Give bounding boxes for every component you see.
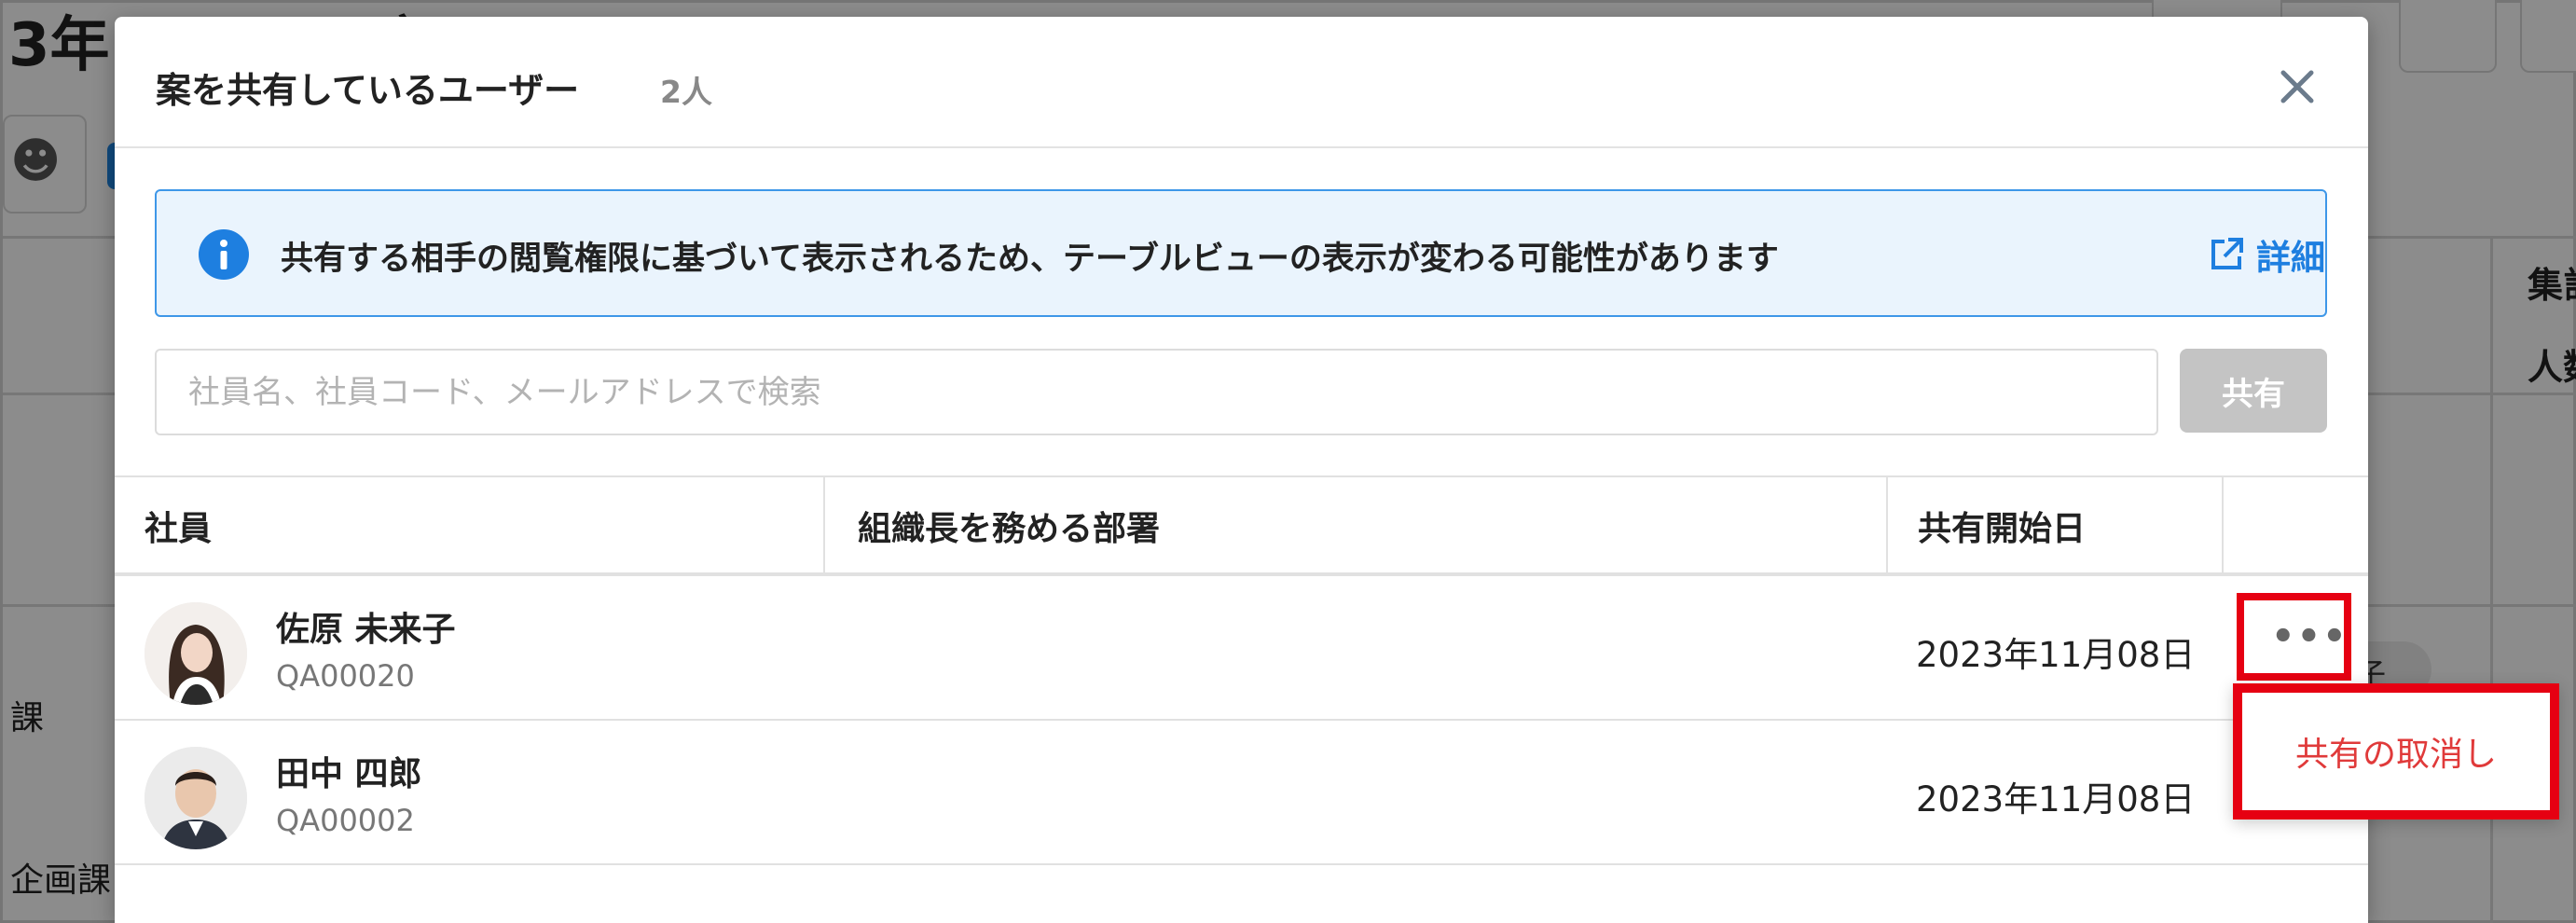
info-message: 共有する相手の閲覧権限に基づいて表示されるため、テーブルビューの表示が変わる可能… — [281, 241, 1779, 278]
shared-user-count: 2人 — [660, 74, 712, 110]
detail-link-label: 詳細 — [2256, 238, 2325, 278]
row-action-menu: 共有の取消し — [2233, 683, 2559, 820]
table-row: 佐原 未来子 QA00020 2023年11月08日 ••• — [115, 576, 2368, 721]
column-header-department: 組織長を務める部署 — [858, 510, 1161, 548]
avatar — [145, 747, 247, 849]
close-button[interactable] — [2270, 60, 2324, 114]
column-divider — [1886, 477, 1888, 574]
avatar — [145, 602, 247, 705]
column-divider — [2222, 477, 2224, 574]
employee-name: 佐原 未来子 — [276, 611, 456, 649]
external-link-icon — [2211, 238, 2243, 269]
employee-code: QA00020 — [276, 658, 415, 694]
table-header: 社員 組織長を務める部署 共有開始日 — [115, 475, 2368, 576]
column-divider — [823, 477, 825, 574]
share-button[interactable]: 共有 — [2180, 349, 2327, 433]
user-photo-icon — [145, 747, 247, 849]
more-icon: ••• — [2271, 615, 2349, 658]
share-start-date: 2023年11月08日 — [1916, 635, 2196, 675]
employee-code: QA00002 — [276, 803, 415, 838]
table-row: 田中 四郎 QA00002 2023年11月08日 — [115, 721, 2368, 865]
user-photo-icon — [145, 602, 247, 705]
column-header-employee: 社員 — [145, 510, 213, 548]
detail-link[interactable]: 詳細 — [2208, 228, 2325, 281]
info-banner: 共有する相手の閲覧権限に基づいて表示されるため、テーブルビューの表示が変わる可能… — [155, 189, 2327, 317]
row-more-button[interactable]: ••• — [2237, 593, 2351, 681]
employee-name: 田中 四郎 — [276, 755, 422, 793]
info-icon — [199, 229, 249, 280]
shared-users-modal: 案を共有しているユーザー 2人 共有する相手の閲覧権限に基づいて表示されるため、… — [115, 17, 2368, 923]
revoke-share-menu-item[interactable]: 共有の取消し — [2242, 693, 2550, 810]
share-start-date: 2023年11月08日 — [1916, 779, 2196, 820]
modal-header: 案を共有しているユーザー 2人 — [115, 17, 2368, 148]
employee-search-input[interactable] — [155, 349, 2158, 435]
close-icon — [2280, 70, 2314, 103]
modal-title: 案を共有しているユーザー — [156, 70, 580, 111]
column-header-start-date: 共有開始日 — [1918, 510, 2087, 548]
